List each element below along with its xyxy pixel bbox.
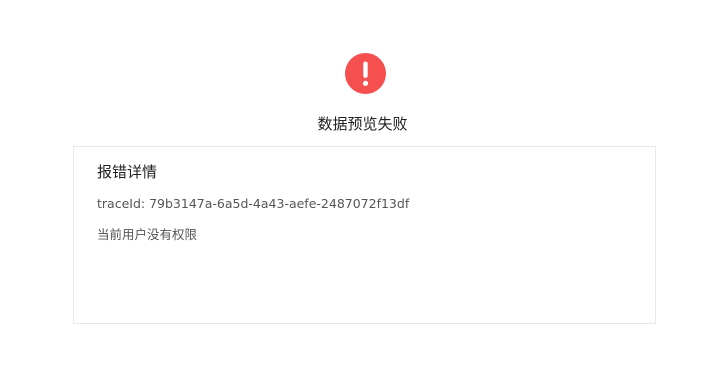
trace-id-label: traceId: [97, 196, 146, 211]
error-title: 数据预览失败 [317, 115, 408, 133]
error-message: 当前用户没有权限 [97, 227, 198, 242]
trace-id-value: 79b3147a-6a5d-4a43-aefe-2487072f13df [149, 196, 410, 211]
error-page: 数据预览失败 报错详情 traceId: 79b3147a-6a5d-4a43-… [0, 0, 725, 370]
exclamation-icon [345, 53, 386, 94]
error-details-panel: 报错详情 traceId: 79b3147a-6a5d-4a43-aefe-24… [73, 146, 656, 324]
trace-id-row: traceId: 79b3147a-6a5d-4a43-aefe-2487072… [97, 195, 409, 213]
error-details-heading: 报错详情 [97, 163, 158, 181]
